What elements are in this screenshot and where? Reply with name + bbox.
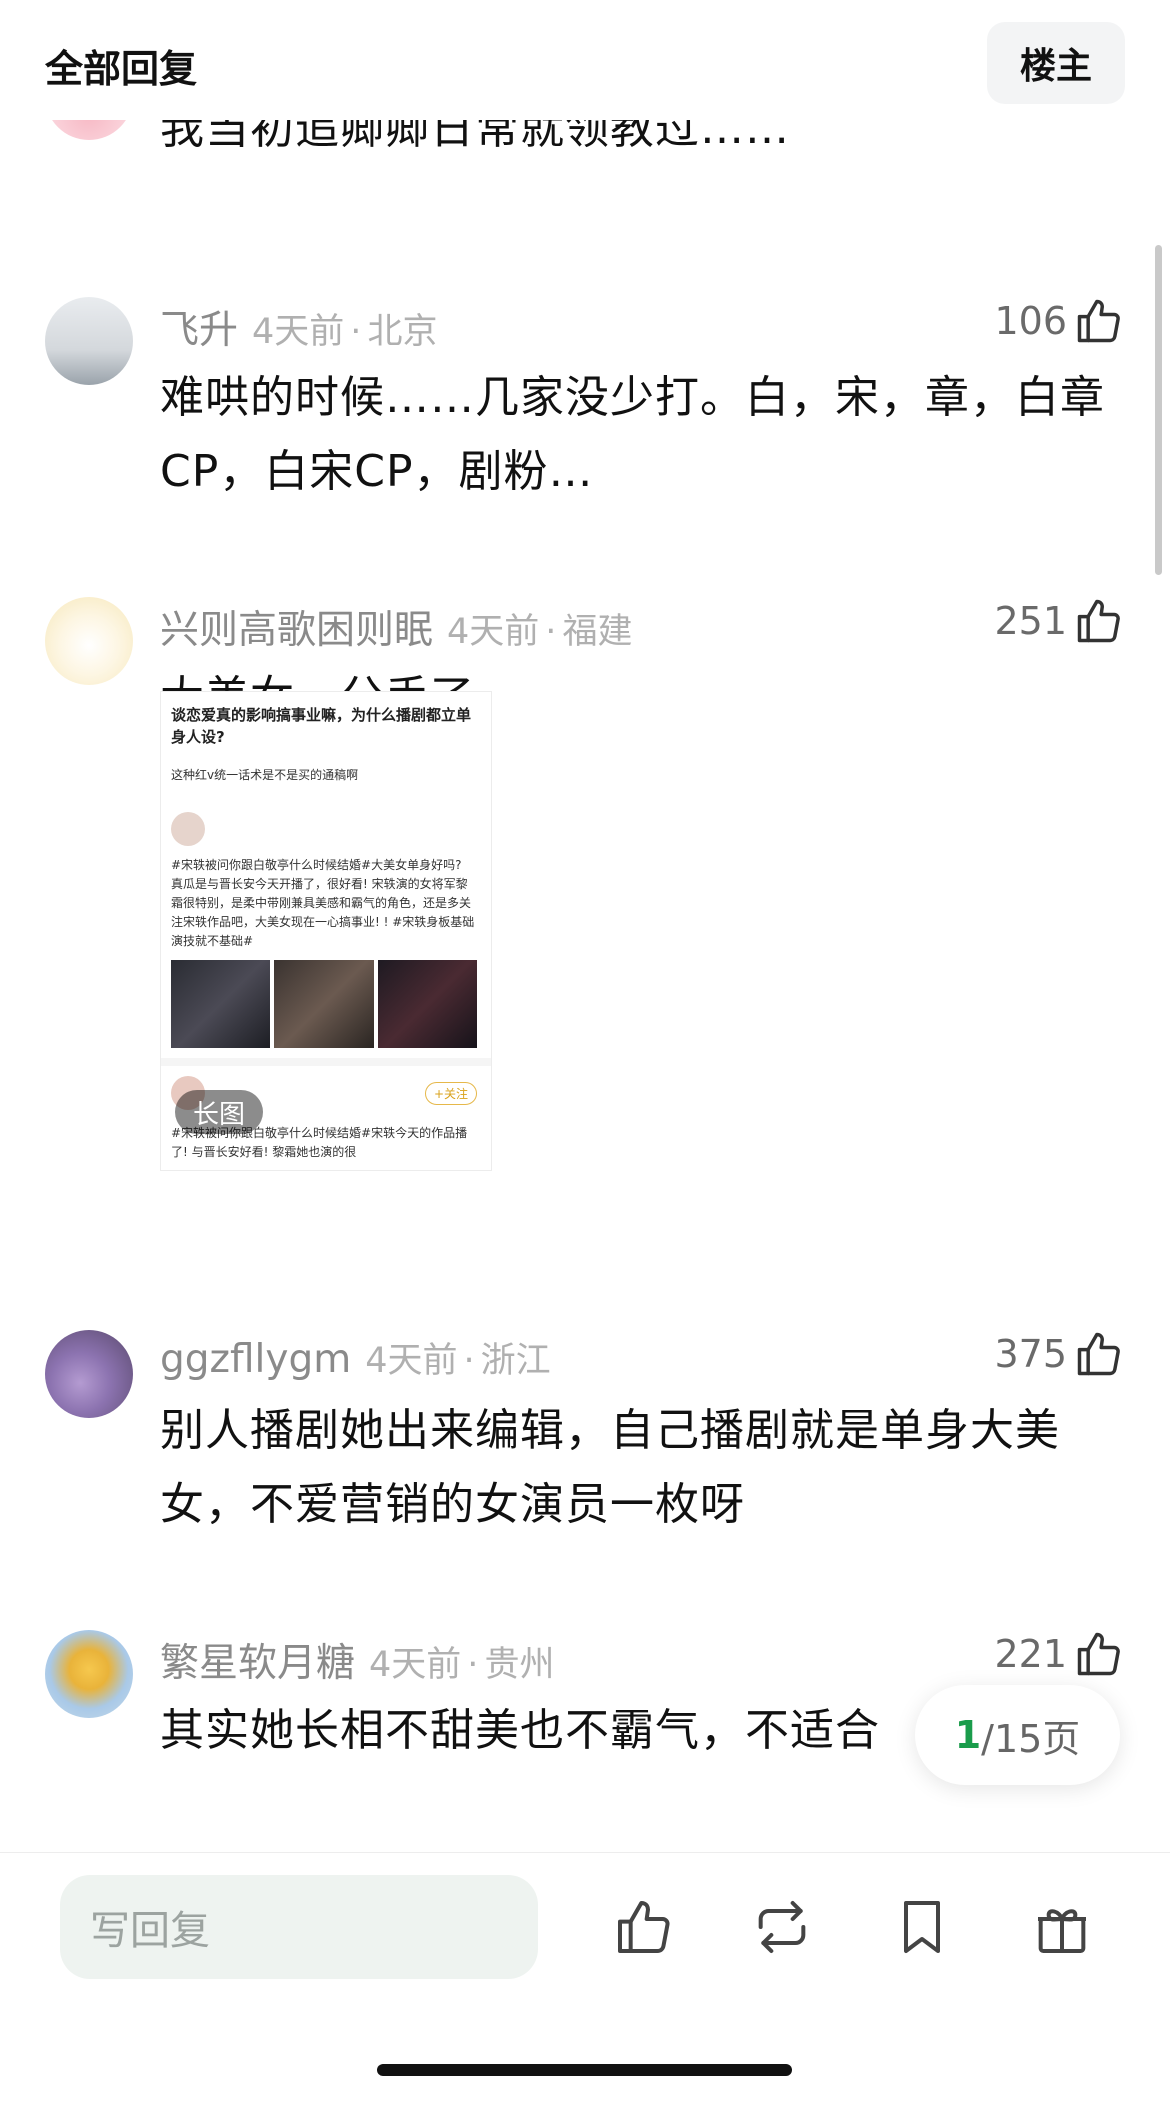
timestamp: 4天前 (447, 612, 540, 652)
comment-meta: 飞升 4天前 · 北京 (160, 308, 438, 353)
current-page: 1 (954, 1713, 982, 1757)
timestamp: 4天前 (369, 1645, 462, 1685)
comment-text: 别人播剧她出来编辑，自己播剧就是单身大美女，不爱营销的女演员一枚呀 (160, 1405, 1060, 1530)
screenshot-title: 谈恋爱真的影响搞事业嘛，为什么播剧都立单身人设? (171, 706, 472, 746)
like-count: 106 (994, 299, 1067, 343)
comment-item: 兴则高歌困则眠4天前·福建 251 大美女，分手了 谈恋爱真的影响搞事业嘛，为什… (0, 595, 1170, 1275)
header: 全部回复 楼主 (0, 0, 1170, 120)
home-indicator[interactable] (377, 2064, 792, 2076)
total-pages: /15页 (981, 1716, 1081, 1761)
bookmark-button[interactable] (890, 1895, 954, 1959)
avatar[interactable] (45, 597, 133, 685)
username[interactable]: 兴则高歌困则眠 (160, 608, 433, 653)
like-count: 221 (994, 1632, 1067, 1676)
like-count: 375 (994, 1332, 1067, 1376)
location: 贵州 (484, 1645, 555, 1685)
thumbs-up-icon (618, 1901, 670, 1953)
timestamp: 4天前 (252, 312, 345, 352)
screenshot-stills (171, 960, 477, 1048)
thumbs-up-icon (1077, 1632, 1120, 1676)
username[interactable]: 繁星软月糖 (160, 1641, 355, 1686)
like-button[interactable]: 375 (994, 1328, 1125, 1380)
like-button[interactable]: 106 (994, 295, 1125, 347)
reply-input[interactable]: 写回复 (60, 1875, 538, 1979)
location: 浙江 (480, 1341, 551, 1381)
long-image-badge: 长图 (175, 1090, 263, 1134)
like-button[interactable]: 251 (994, 595, 1125, 647)
avatar[interactable] (45, 297, 133, 385)
gift-icon (1038, 1909, 1086, 1953)
thumbs-up-icon (1077, 299, 1120, 343)
like-button[interactable] (612, 1895, 676, 1959)
avatar[interactable] (45, 1630, 133, 1718)
location: 福建 (562, 612, 633, 652)
comment-item: 飞升 4天前 · 北京 106 难哄的时候……几家没少打。白，宋，章，白章CP，白宋C… (0, 295, 1170, 515)
like-count: 251 (994, 599, 1067, 643)
only-op-button[interactable]: 楼主 (987, 22, 1125, 104)
comment-meta: ggzfllygm 4天前 · 浙江 (160, 1337, 551, 1382)
bookmark-icon (904, 1901, 940, 1953)
thumbs-up-icon (1077, 599, 1120, 643)
username[interactable]: ggzfllygm (160, 1337, 351, 1382)
repost-button[interactable] (750, 1895, 814, 1959)
page-indicator[interactable]: 1/15页 (915, 1685, 1120, 1785)
like-button[interactable]: 221 (994, 1628, 1125, 1680)
comment-meta: 繁星软月糖 4天前 · 贵州 (160, 1641, 555, 1686)
comment-image[interactable]: 谈恋爱真的影响搞事业嘛，为什么播剧都立单身人设? 这种红v统一话术是不是买的通稿… (160, 691, 492, 1171)
avatar[interactable] (45, 1330, 133, 1418)
blurred-avatar (171, 812, 205, 846)
repost-icon (758, 1901, 806, 1953)
timestamp: 4天前 (365, 1341, 458, 1381)
page-title: 全部回复 (45, 47, 198, 91)
thumbs-up-icon (1077, 1332, 1120, 1376)
follow-tag: +关注 (424, 1082, 477, 1105)
screenshot-post: #宋轶被问你跟白敬亭什么时候结婚#大美女单身好吗? 真瓜是与晋长安今天开播了，很… (171, 858, 475, 948)
comment-meta: 兴则高歌困则眠 4天前 · 福建 (160, 608, 633, 653)
comment-item: ggzfllygm 4天前 · 浙江 375 别人播剧她出来编辑，自己播剧就是单身大美… (0, 1328, 1170, 1548)
screenshot-subtitle: 这种红v统一话术是不是买的通稿啊 (171, 768, 359, 782)
gift-button[interactable] (1030, 1895, 1094, 1959)
location: 北京 (367, 312, 438, 352)
username[interactable]: 飞升 (160, 308, 238, 353)
comment-text: 难哄的时候……几家没少打。白，宋，章，白章CP，白宋CP，剧粉… (160, 372, 1105, 497)
